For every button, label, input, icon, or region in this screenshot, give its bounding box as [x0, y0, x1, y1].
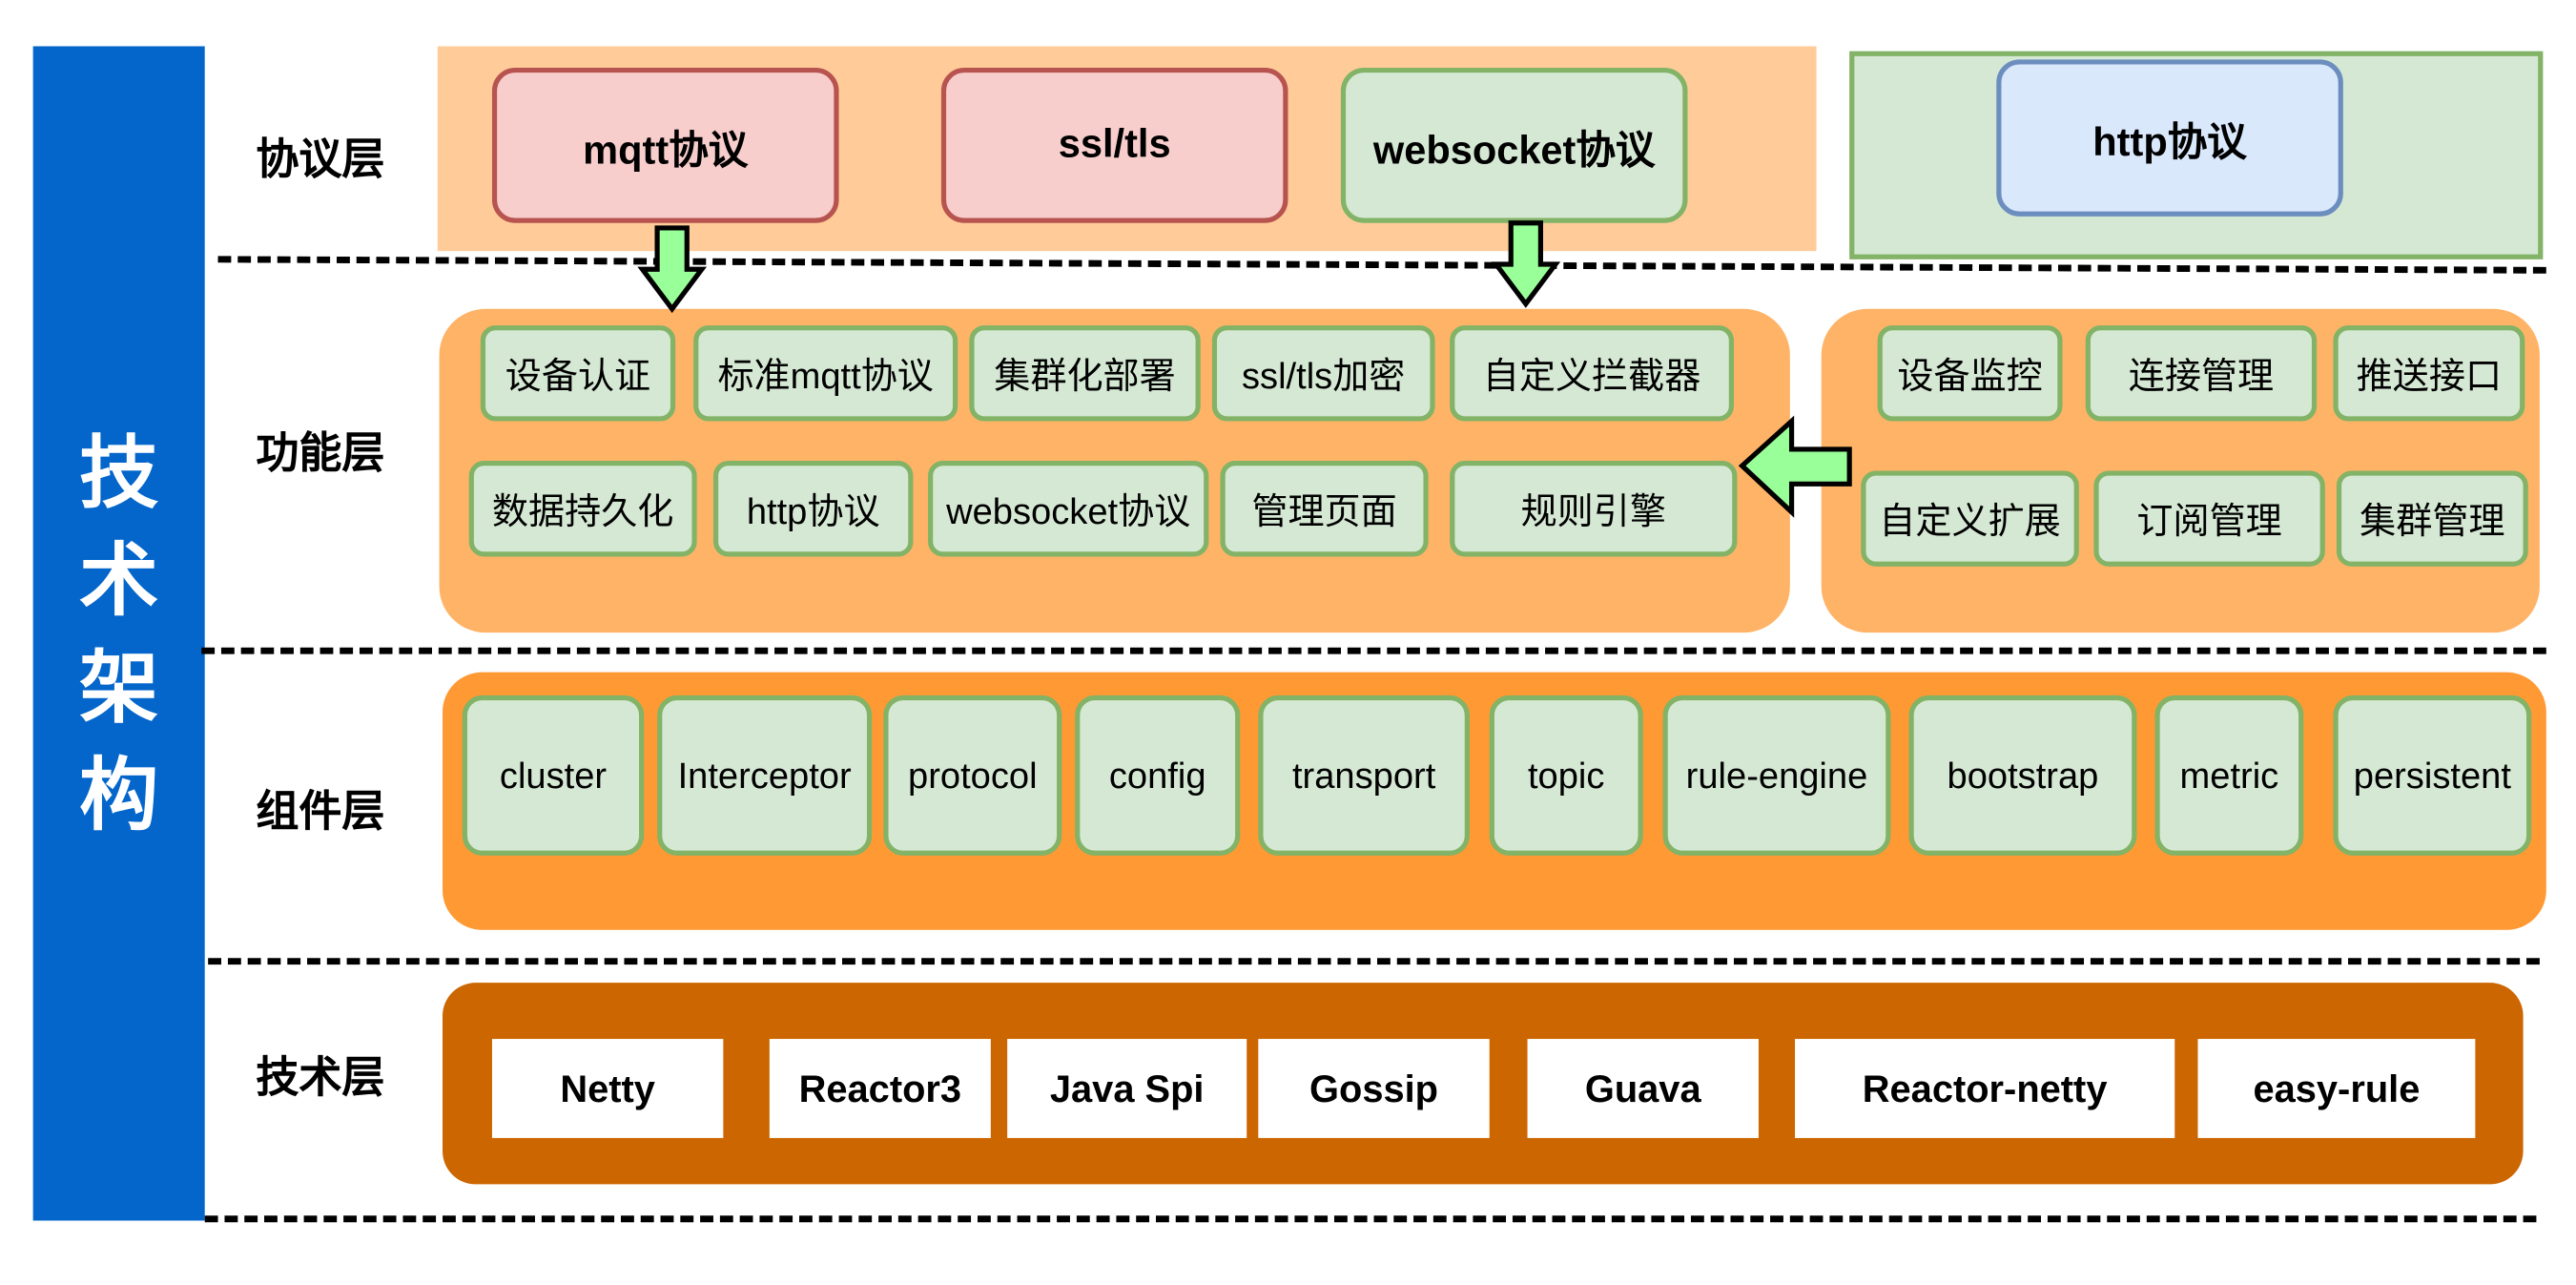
tech-item[interactable]: Java Spi — [1007, 1039, 1247, 1138]
function-item[interactable]: 标准mqtt协议 — [693, 325, 958, 422]
title-char: 架 — [79, 645, 159, 734]
function-item[interactable]: 自定义扩展 — [1861, 470, 2079, 567]
protocol-item-ssl-tls[interactable]: ssl/tls — [940, 67, 1288, 223]
arrow-down-icon — [637, 225, 708, 314]
component-item[interactable]: protocol — [883, 694, 1062, 856]
tech-item[interactable]: Guava — [1527, 1039, 1759, 1138]
title-char: 构 — [79, 753, 159, 841]
component-item[interactable]: Interceptor — [657, 694, 873, 856]
function-item[interactable]: websocket协议 — [928, 461, 1209, 557]
layer-label-function: 功能层 — [256, 427, 385, 478]
component-item[interactable]: rule-engine — [1662, 694, 1891, 856]
function-item[interactable]: 连接管理 — [2085, 325, 2318, 422]
layer-divider — [204, 1215, 2537, 1223]
function-item[interactable]: 集群管理 — [2336, 470, 2528, 567]
function-item[interactable]: 管理页面 — [1220, 461, 1429, 557]
function-item[interactable]: 订阅管理 — [2093, 470, 2325, 567]
component-item[interactable]: metric — [2154, 694, 2304, 856]
protocol-item-websocket[interactable]: websocket协议 — [1340, 67, 1688, 223]
component-item[interactable]: cluster — [462, 694, 645, 856]
function-item[interactable]: 规则引擎 — [1450, 461, 1738, 557]
function-item[interactable]: ssl/tls加密 — [1211, 325, 1435, 422]
tech-item[interactable]: Reactor3 — [769, 1039, 991, 1138]
layer-divider — [208, 958, 2540, 965]
arrow-left-icon — [1738, 415, 1852, 518]
function-item[interactable]: 推送接口 — [2333, 325, 2525, 422]
function-item[interactable]: 设备认证 — [480, 325, 676, 422]
function-item[interactable]: http协议 — [712, 461, 914, 557]
component-item[interactable]: topic — [1489, 694, 1643, 856]
function-item[interactable]: 集群化部署 — [969, 325, 1201, 422]
layer-label-protocol: 协议层 — [256, 134, 385, 184]
component-item[interactable]: bootstrap — [1908, 694, 2137, 856]
architecture-diagram: 技 术 架 构 协议层 功能层 组件层 技术层 mqtt协议 ssl/tls w… — [0, 0, 2576, 1285]
tech-item[interactable]: Netty — [491, 1039, 724, 1138]
diagram-title: 技 术 架 构 — [33, 422, 205, 851]
layer-label-tech: 技术层 — [256, 1051, 385, 1102]
protocol-item-mqtt[interactable]: mqtt协议 — [491, 67, 839, 223]
component-item[interactable]: persistent — [2333, 694, 2532, 856]
layer-divider — [201, 647, 2546, 654]
function-item[interactable]: 设备监控 — [1877, 325, 2063, 422]
protocol-item-http[interactable]: http协议 — [1996, 59, 2343, 217]
tech-item[interactable]: Reactor-netty — [1795, 1039, 2175, 1138]
title-char: 术 — [79, 538, 159, 627]
component-item[interactable]: config — [1075, 694, 1241, 856]
component-item[interactable]: transport — [1258, 694, 1470, 856]
layer-label-component: 组件层 — [256, 786, 385, 837]
title-char: 技 — [79, 430, 159, 519]
tech-item[interactable]: easy-rule — [2197, 1039, 2476, 1138]
function-item[interactable]: 自定义拦截器 — [1450, 325, 1734, 422]
tech-item[interactable]: Gossip — [1258, 1039, 1490, 1138]
arrow-down-icon — [1491, 220, 1561, 308]
function-item[interactable]: 数据持久化 — [468, 461, 697, 557]
